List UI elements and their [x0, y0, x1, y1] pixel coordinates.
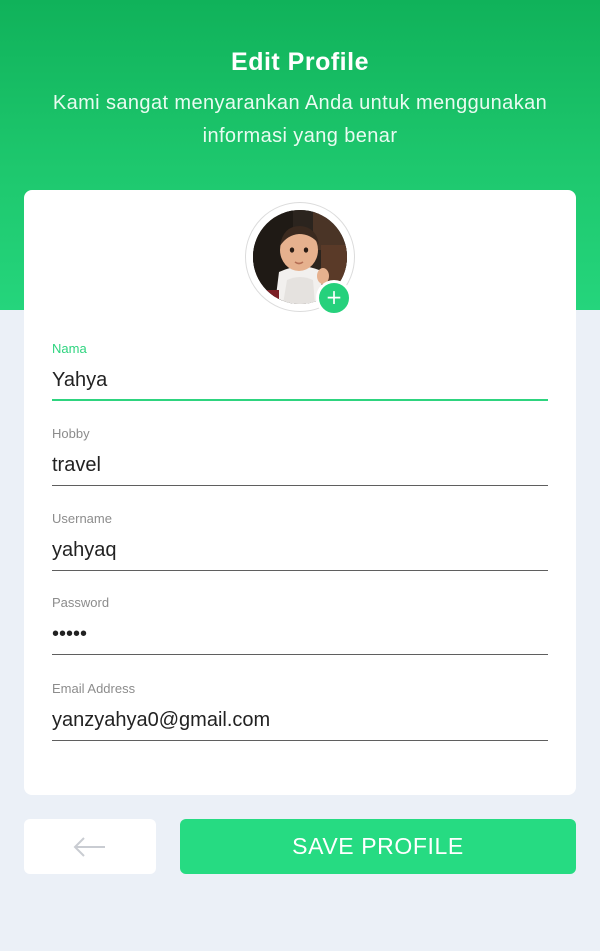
field-password: Password	[52, 595, 548, 655]
edit-profile-page: Edit Profile Kami sangat menyarankan And…	[0, 0, 600, 951]
username-input[interactable]	[52, 535, 548, 571]
field-email: Email Address	[52, 681, 548, 741]
field-label-nama: Nama	[52, 341, 87, 356]
page-title: Edit Profile	[231, 48, 369, 76]
save-profile-button[interactable]: SAVE PROFILE	[180, 819, 576, 874]
field-username: Username	[52, 511, 548, 571]
field-label-email: Email Address	[52, 681, 136, 696]
password-input[interactable]	[52, 619, 548, 655]
field-label-hobby: Hobby	[52, 426, 90, 441]
profile-form-card: + Nama Hobby Username Password Email Add…	[24, 190, 576, 795]
field-hobby: Hobby	[52, 426, 548, 486]
hobby-input[interactable]	[52, 450, 548, 486]
nama-input[interactable]	[52, 365, 548, 401]
field-label-username: Username	[52, 511, 112, 526]
add-photo-button[interactable]: +	[316, 280, 352, 316]
email-input[interactable]	[52, 705, 548, 741]
page-subtitle: Kami sangat menyarankan Anda untuk mengg…	[52, 92, 548, 147]
back-button[interactable]	[24, 819, 156, 874]
field-nama: Nama	[52, 341, 548, 401]
arrow-left-icon	[73, 837, 105, 857]
field-label-password: Password	[52, 595, 110, 610]
